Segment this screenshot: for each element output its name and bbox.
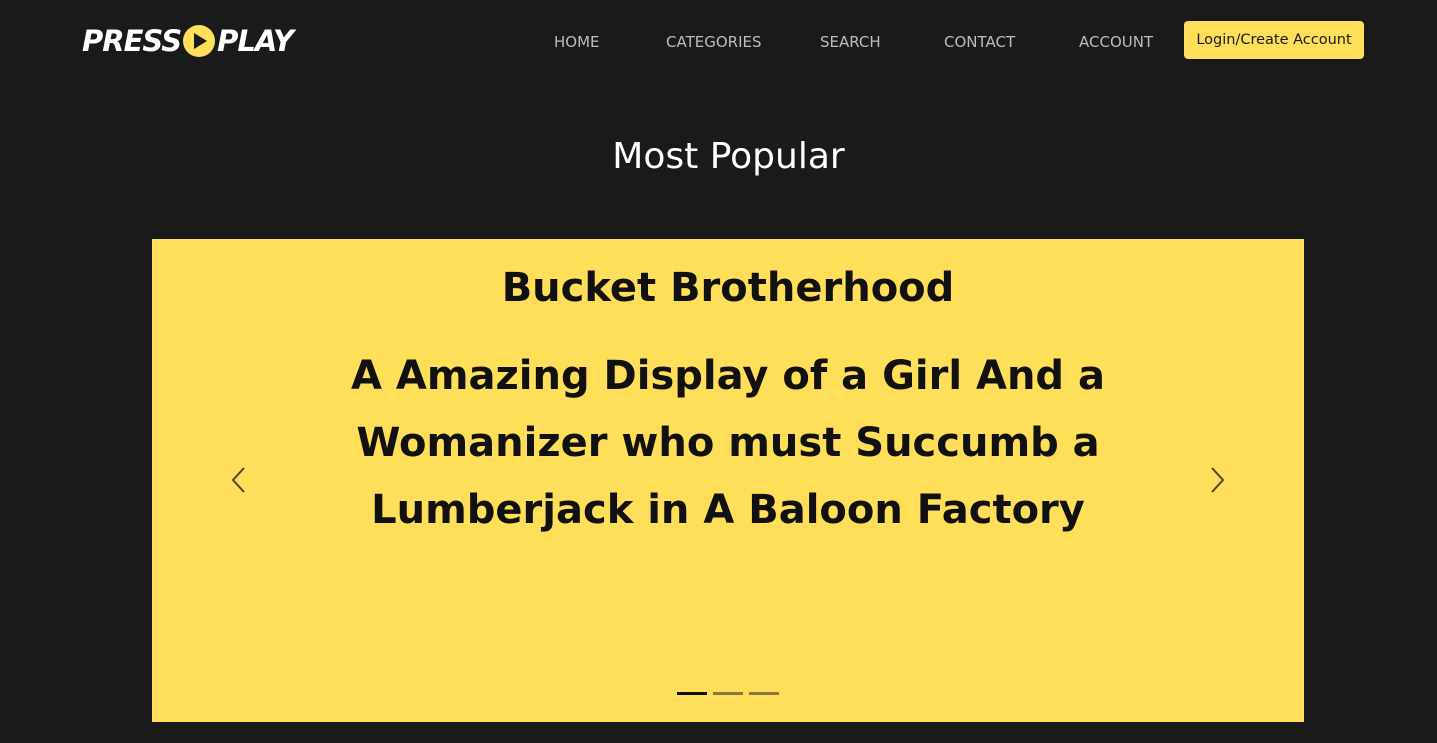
nav-search-link[interactable]: SEARCH: [820, 33, 881, 51]
carousel-indicator-3[interactable]: [749, 692, 779, 695]
slide-title: Bucket Brotherhood: [501, 265, 955, 311]
carousel-indicators: [677, 692, 779, 695]
nav-account-link[interactable]: ACCOUNT: [1079, 33, 1153, 51]
popular-carousel: Bucket Brotherhood A Amazing Display of …: [152, 239, 1304, 722]
navbar: PRESS PLAY HOME CATEGORIES SEARCH CONTAC…: [0, 0, 1437, 84]
nav-contact-link[interactable]: CONTACT: [944, 33, 1015, 51]
carousel-indicator-2[interactable]: [713, 692, 743, 695]
nav-home-link[interactable]: HOME: [554, 33, 600, 51]
carousel-indicator-1[interactable]: [677, 692, 707, 695]
chevron-right-icon: [1211, 467, 1225, 493]
chevron-left-icon: [231, 467, 245, 493]
carousel-next-button[interactable]: [1206, 465, 1230, 495]
login-create-account-button[interactable]: Login/Create Account: [1184, 21, 1364, 59]
slide-description: A Amazing Display of a Girl And a Womani…: [351, 353, 1105, 533]
section-title: Most Popular: [612, 136, 845, 177]
nav-categories-link[interactable]: CATEGORIES: [666, 33, 762, 51]
carousel-prev-button[interactable]: [226, 465, 250, 495]
